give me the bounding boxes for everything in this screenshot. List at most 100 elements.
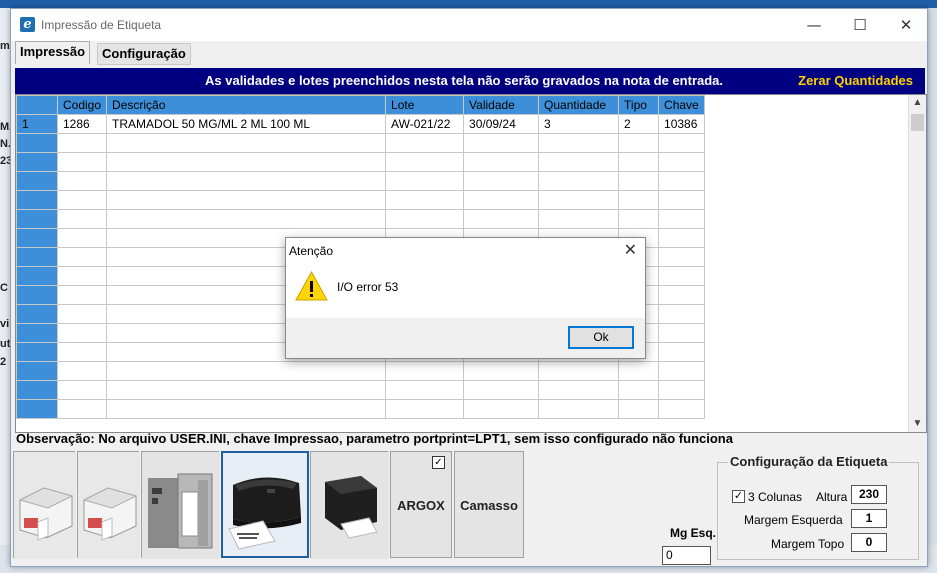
empty-cell[interactable]: [538, 380, 620, 400]
empty-cell[interactable]: [538, 133, 620, 153]
empty-cell[interactable]: [658, 342, 705, 362]
empty-cell[interactable]: [463, 152, 540, 172]
empty-cell[interactable]: [618, 209, 660, 229]
empty-cell[interactable]: [56, 285, 108, 305]
empty-cell[interactable]: [463, 399, 540, 419]
empty-cell[interactable]: [56, 304, 108, 324]
argox-button[interactable]: ✓ ARGOX: [390, 451, 452, 558]
empty-cell[interactable]: [658, 361, 705, 381]
empty-cell[interactable]: [106, 380, 387, 400]
empty-cell[interactable]: [658, 247, 705, 267]
empty-cell[interactable]: [538, 361, 620, 381]
dialog-close-icon[interactable]: ✕: [624, 240, 637, 259]
table-row-empty[interactable]: [16, 190, 705, 210]
empty-cell[interactable]: [56, 133, 108, 153]
empty-cell[interactable]: [463, 361, 540, 381]
cell-codigo[interactable]: 1286: [56, 114, 108, 134]
column-header-descricao[interactable]: Descrição: [106, 95, 387, 115]
empty-cell[interactable]: [385, 209, 465, 229]
empty-cell[interactable]: [618, 171, 660, 191]
tab-configuracao[interactable]: Configuração: [97, 43, 191, 65]
printer-button-3[interactable]: [141, 451, 220, 559]
column-header-chave[interactable]: Chave: [658, 95, 705, 115]
row-number[interactable]: [16, 247, 58, 267]
margem-esquerda-input[interactable]: 1: [851, 509, 887, 528]
empty-cell[interactable]: [106, 190, 387, 210]
empty-cell[interactable]: [106, 133, 387, 153]
empty-cell[interactable]: [106, 209, 387, 229]
argox-checkbox[interactable]: ✓: [432, 456, 445, 469]
empty-cell[interactable]: [618, 361, 660, 381]
title-bar[interactable]: e Impressão de Etiqueta — ☐ ✕: [11, 9, 927, 41]
empty-cell[interactable]: [658, 399, 705, 419]
empty-cell[interactable]: [538, 152, 620, 172]
empty-cell[interactable]: [658, 380, 705, 400]
row-number[interactable]: [16, 209, 58, 229]
empty-cell[interactable]: [56, 361, 108, 381]
empty-cell[interactable]: [658, 323, 705, 343]
empty-cell[interactable]: [618, 190, 660, 210]
empty-cell[interactable]: [618, 399, 660, 419]
minimize-button[interactable]: —: [791, 9, 837, 41]
printer-button-2[interactable]: [77, 451, 140, 559]
grid-scrollbar[interactable]: ▲ ▼: [908, 95, 926, 432]
table-row-empty[interactable]: [16, 380, 705, 400]
ok-button[interactable]: Ok: [568, 326, 634, 349]
maximize-button[interactable]: ☐: [837, 9, 883, 41]
scroll-thumb[interactable]: [911, 114, 924, 131]
row-number[interactable]: [16, 380, 58, 400]
empty-cell[interactable]: [618, 133, 660, 153]
empty-cell[interactable]: [658, 304, 705, 324]
column-header-lote[interactable]: Lote: [385, 95, 465, 115]
row-number[interactable]: [16, 361, 58, 381]
table-row-empty[interactable]: [16, 209, 705, 229]
row-number[interactable]: [16, 190, 58, 210]
mg-esq-input[interactable]: 0: [662, 546, 711, 565]
row-number[interactable]: [16, 152, 58, 172]
column-header-codigo[interactable]: Codigo: [56, 95, 108, 115]
empty-cell[interactable]: [56, 323, 108, 343]
empty-cell[interactable]: [618, 152, 660, 172]
row-number[interactable]: [16, 342, 58, 362]
empty-cell[interactable]: [106, 152, 387, 172]
cell-quantidade[interactable]: 3: [538, 114, 620, 134]
empty-cell[interactable]: [385, 190, 465, 210]
empty-cell[interactable]: [56, 342, 108, 362]
altura-input[interactable]: 230: [851, 485, 887, 504]
empty-cell[interactable]: [463, 171, 540, 191]
empty-cell[interactable]: [658, 133, 705, 153]
empty-cell[interactable]: [385, 380, 465, 400]
tab-impressao[interactable]: Impressão: [15, 41, 91, 64]
empty-cell[interactable]: [538, 399, 620, 419]
empty-cell[interactable]: [658, 171, 705, 191]
empty-cell[interactable]: [56, 228, 108, 248]
row-number[interactable]: [16, 228, 58, 248]
column-header-tipo[interactable]: Tipo: [618, 95, 660, 115]
empty-cell[interactable]: [658, 266, 705, 286]
margem-topo-input[interactable]: 0: [851, 533, 887, 552]
empty-cell[interactable]: [106, 399, 387, 419]
empty-cell[interactable]: [463, 209, 540, 229]
printer-button-5[interactable]: [310, 451, 389, 559]
camasso-button[interactable]: Camasso: [454, 451, 524, 558]
empty-cell[interactable]: [658, 209, 705, 229]
empty-cell[interactable]: [56, 247, 108, 267]
empty-cell[interactable]: [56, 190, 108, 210]
cell-lote[interactable]: AW-021/22: [385, 114, 465, 134]
empty-cell[interactable]: [385, 399, 465, 419]
empty-cell[interactable]: [538, 171, 620, 191]
cell-tipo[interactable]: 2: [618, 114, 660, 134]
table-row-empty[interactable]: [16, 171, 705, 191]
row-number[interactable]: [16, 285, 58, 305]
empty-cell[interactable]: [463, 190, 540, 210]
empty-cell[interactable]: [385, 133, 465, 153]
column-header-validade[interactable]: Validade: [463, 95, 540, 115]
row-number[interactable]: 1: [16, 114, 58, 134]
empty-cell[interactable]: [463, 380, 540, 400]
row-number[interactable]: [16, 133, 58, 153]
empty-cell[interactable]: [56, 399, 108, 419]
empty-cell[interactable]: [463, 133, 540, 153]
empty-cell[interactable]: [658, 190, 705, 210]
empty-cell[interactable]: [385, 361, 465, 381]
row-number[interactable]: [16, 323, 58, 343]
